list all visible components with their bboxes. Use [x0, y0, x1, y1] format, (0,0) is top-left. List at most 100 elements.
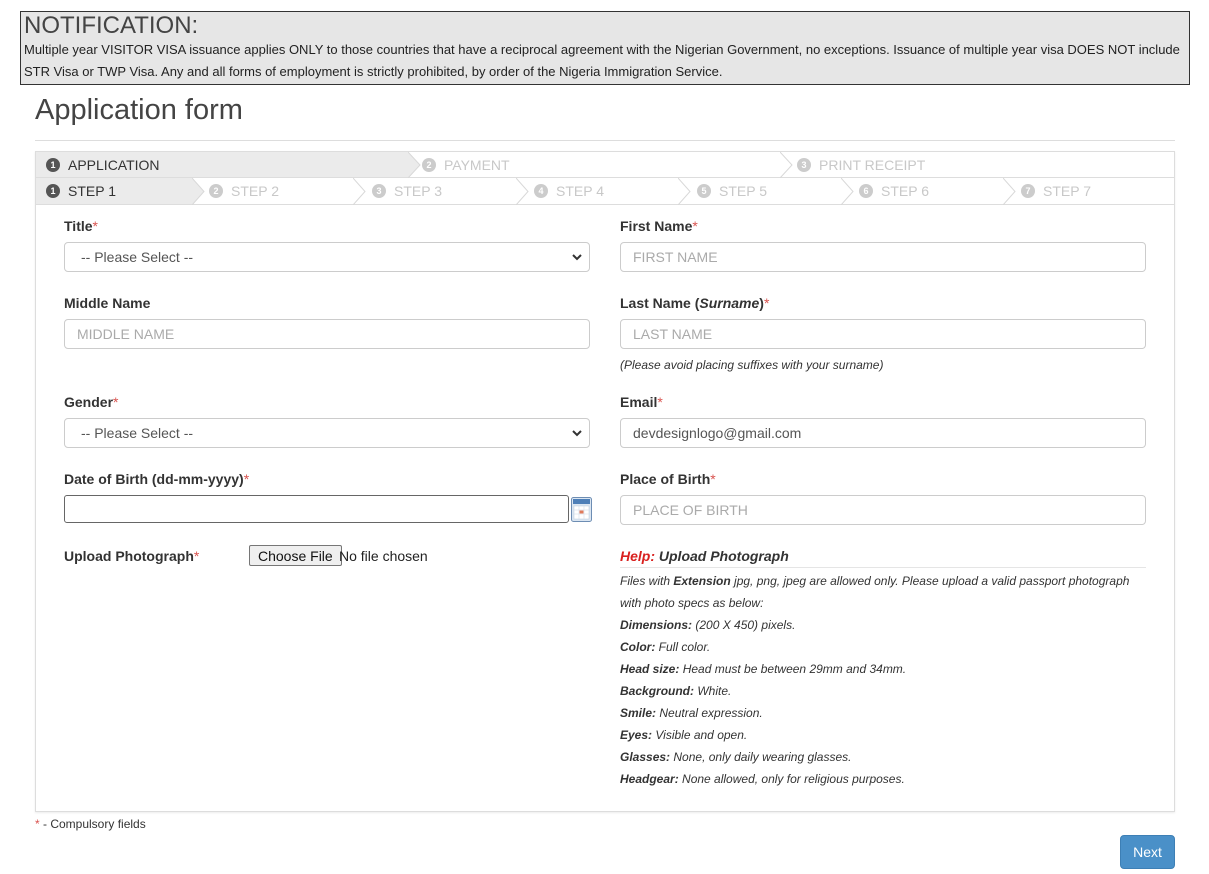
phase-label: APPLICATION	[68, 156, 160, 173]
spec-value: Head must be between 29mm and 34mm.	[679, 662, 907, 676]
required-marker: *	[692, 218, 698, 234]
help-intro-text: Files with	[620, 574, 674, 588]
place-of-birth-label: Place of Birth*	[620, 471, 716, 487]
notification-text-line-1: Multiple year VISITOR VISA issuance appl…	[24, 42, 1180, 57]
help-intro: Files with Extension jpg, png, jpeg are …	[620, 570, 1129, 592]
help-title: Upload Photograph	[658, 548, 789, 564]
last-name-input[interactable]: LAST NAME	[620, 319, 1146, 349]
page-title: Application form	[35, 94, 243, 126]
chevron-separator-icon	[516, 178, 530, 205]
step-tab-3[interactable]: 3 STEP 3	[372, 178, 512, 204]
notification-title: NOTIFICATION:	[24, 12, 199, 39]
help-spec-smile: Smile: Neutral expression.	[620, 702, 763, 724]
phase-tab-payment[interactable]: 2 PAYMENT	[422, 152, 778, 177]
last-name-label-text: Last Name (	[620, 295, 700, 311]
gender-label: Gender*	[64, 394, 118, 410]
required-marker: *	[193, 548, 200, 564]
step-label: STEP 2	[231, 183, 279, 199]
first-name-input[interactable]: FIRST NAME	[620, 242, 1146, 272]
title-label-text: Title	[64, 218, 93, 234]
help-divider	[620, 567, 1146, 568]
middle-name-input[interactable]: MIDDLE NAME	[64, 319, 590, 349]
required-marker: *	[763, 295, 770, 311]
step-tab-7[interactable]: 7 STEP 7	[1021, 178, 1161, 204]
phase-tab-print-receipt[interactable]: 3 PRINT RECEIPT	[797, 152, 1167, 177]
spec-value: Visible and open.	[652, 728, 748, 742]
spec-key: Head size:	[620, 662, 680, 676]
help-intro-bold: Extension	[673, 574, 731, 588]
email-label-text: Email	[620, 394, 658, 410]
next-button[interactable]: Next	[1120, 835, 1175, 869]
step-label: STEP 1	[68, 183, 116, 199]
spec-value: Full color.	[655, 640, 711, 654]
step-tab-6[interactable]: 6 STEP 6	[859, 178, 999, 204]
email-label: Email*	[620, 394, 663, 410]
gender-select-value: -- Please Select --	[81, 425, 194, 441]
spec-key: Glasses:	[620, 750, 671, 764]
chevron-down-icon	[572, 430, 582, 437]
chevron-separator-icon	[408, 152, 422, 178]
place-of-birth-label-text: Place of Birth	[620, 471, 711, 487]
email-input[interactable]: devdesignlogo@gmail.com	[620, 418, 1146, 448]
spec-value: White.	[694, 684, 732, 698]
step-number-icon: 5	[697, 184, 711, 198]
step-label: STEP 5	[719, 183, 767, 199]
gender-select[interactable]: -- Please Select --	[64, 418, 590, 448]
help-spec-eyes: Eyes: Visible and open.	[620, 724, 747, 746]
gender-label-text: Gender	[64, 394, 114, 410]
help-spec-color: Color: Full color.	[620, 636, 710, 658]
last-name-hint: (Please avoid placing suffixes with your…	[620, 358, 884, 372]
spec-value: (200 X 450) pixels.	[692, 618, 796, 632]
chevron-separator-icon	[841, 178, 855, 205]
step-tabs: 1 STEP 1 2 STEP 2 3 STEP 3 4 STEP 4 5 ST…	[36, 178, 1174, 205]
title-select[interactable]: -- Please Select --	[64, 242, 590, 272]
step-number-icon: 3	[797, 157, 811, 172]
phase-label: PAYMENT	[444, 156, 510, 173]
compulsory-fields-note: * - Compulsory fields	[35, 817, 146, 831]
title-select-value: -- Please Select --	[81, 249, 194, 265]
step-number-icon: 1	[46, 184, 60, 198]
step-number-icon: 2	[209, 184, 223, 198]
chevron-separator-icon	[780, 152, 794, 178]
help-spec-background: Background: White.	[620, 680, 731, 702]
help-intro-text: jpg, png, jpeg are allowed only. Please …	[730, 574, 1130, 588]
first-name-label: First Name*	[620, 218, 698, 234]
required-marker: *	[243, 471, 250, 487]
step-tab-4[interactable]: 4 STEP 4	[534, 178, 674, 204]
help-spec-head-size: Head size: Head must be between 29mm and…	[620, 658, 906, 680]
chevron-separator-icon	[678, 178, 692, 205]
place-of-birth-input[interactable]: PLACE OF BIRTH	[620, 495, 1146, 525]
step-number-icon: 4	[534, 184, 548, 198]
help-intro-2: with photo specs as below:	[620, 596, 764, 610]
chevron-down-icon	[572, 254, 582, 261]
spec-value: None allowed, only for religious purpose…	[678, 772, 905, 786]
choose-file-button[interactable]: Choose File	[249, 545, 342, 566]
step-tab-5[interactable]: 5 STEP 5	[697, 178, 837, 204]
chevron-separator-icon	[1003, 178, 1017, 205]
calendar-icon[interactable]	[571, 497, 592, 522]
spec-key: Background:	[620, 684, 695, 698]
help-spec-headgear: Headgear: None allowed, only for religio…	[620, 768, 905, 790]
notification-banner: NOTIFICATION: Multiple year VISITOR VISA…	[20, 11, 1190, 85]
upload-photograph-label: Upload Photograph*	[64, 548, 199, 564]
help-heading: Help: Upload Photograph	[620, 548, 789, 564]
help-spec-glasses: Glasses: None, only daily wearing glasse…	[620, 746, 851, 768]
chevron-separator-icon	[192, 178, 206, 205]
phase-tab-application[interactable]: 1 APPLICATION	[36, 152, 408, 177]
step-label: STEP 4	[556, 183, 604, 199]
step-tab-2[interactable]: 2 STEP 2	[209, 178, 349, 204]
first-name-label-text: First Name	[620, 218, 693, 234]
spec-key: Color:	[620, 640, 656, 654]
compulsory-fields-text: - Compulsory fields	[39, 817, 146, 831]
dob-label: Date of Birth (dd-mm-yyyy)*	[64, 471, 249, 487]
dob-label-text: Date of Birth (dd-mm-yyyy)	[64, 471, 244, 487]
chevron-separator-icon	[353, 178, 367, 205]
notification-text-line-2: STR Visa or TWP Visa. Any and all forms …	[24, 64, 723, 79]
dob-input[interactable]	[64, 495, 569, 523]
step-tab-1[interactable]: 1 STEP 1	[36, 178, 192, 204]
file-status: No file chosen	[339, 548, 428, 564]
step-number-icon: 3	[372, 184, 386, 198]
required-marker: *	[113, 394, 119, 410]
step-number-icon: 1	[46, 157, 60, 172]
help-spec-dimensions: Dimensions: (200 X 450) pixels.	[620, 614, 795, 636]
